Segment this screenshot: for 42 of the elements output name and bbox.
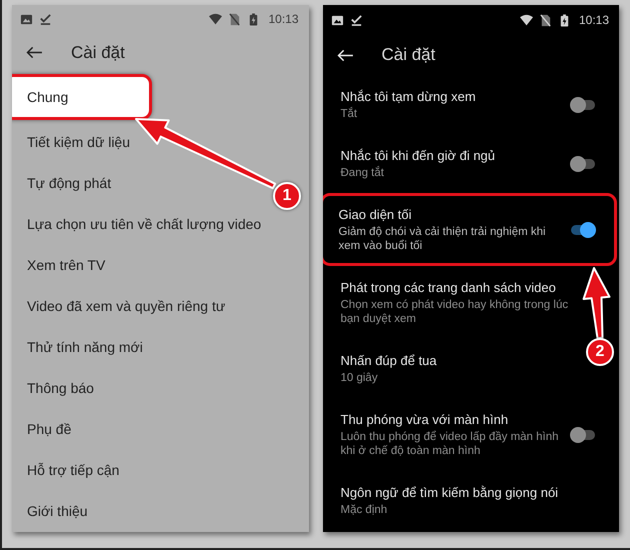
setting-title[interactable]: Phát trong các trang danh sách video [340,279,572,296]
back-arrow-icon[interactable] [26,46,43,60]
settings-item[interactable]: Chung [12,74,152,120]
setting-description: Tắt [340,107,358,121]
no-sim-icon [538,14,552,26]
setting-description: Luôn thu phóng để video lấp đầy màn hình khi ở chế độ toàn màn hình [340,430,560,458]
status-time: 10:13 [268,12,298,26]
settings-item[interactable]: Thông báo [12,368,94,409]
setting-title[interactable]: Ngôn ngữ để tìm kiếm bằng giọng nói [340,484,572,501]
wifi-icon [209,12,222,26]
settings-item[interactable]: Hỗ trợ tiếp cận [12,450,120,491]
settings-item[interactable]: Tự động phát [12,163,112,204]
settings-item[interactable]: Lựa chọn ưu tiên về chất lượng video [12,204,262,245]
setting-description: Chọn xem có phát video hay không trong lúc bạn duyệt xem [340,298,570,326]
setting-title[interactable]: Nhắc tôi tạm dừng xem [340,88,572,105]
download-done-icon [350,14,362,26]
image-icon [20,12,33,26]
wifi-icon [520,14,533,26]
setting-title[interactable]: Nhấn đúp để tua [340,352,572,369]
screen-title: Cài đặt [71,42,125,63]
setting-description: Đang tắt [340,166,385,180]
settings-item[interactable]: Video đã xem và quyền riêng tư [12,286,226,327]
setting-title[interactable]: Nhắc tôi khi đến giờ đi ngủ [340,147,572,164]
image-icon [330,14,344,26]
toggle-switch[interactable] [573,158,595,168]
settings-item[interactable]: Xem trên TV [12,245,106,286]
settings-item[interactable]: Phụ đề [12,409,72,450]
setting-title[interactable]: Thu phóng vừa với màn hình [340,411,572,428]
toggle-switch[interactable] [573,100,595,110]
no-sim-icon [228,12,242,26]
settings-item[interactable]: Giới thiệu [12,491,88,532]
setting-title[interactable]: Giao diện tối [338,206,570,223]
settings-item[interactable]: Thử tính năng mới [12,327,143,368]
toggle-switch[interactable] [573,430,595,440]
screen-title: Cài đặt [382,45,436,65]
setting-description: Mặc định [340,503,388,517]
download-done-icon [39,12,52,26]
setting-description: 10 giây [340,371,379,385]
settings-item[interactable]: Tiết kiệm dữ liệu [12,122,130,163]
setting-description: Giảm độ chói và cải thiện trải nghiệm khi xem vào buổi tối [338,225,547,253]
status-time: 10:13 [578,13,609,27]
toggle-switch[interactable] [571,224,593,234]
